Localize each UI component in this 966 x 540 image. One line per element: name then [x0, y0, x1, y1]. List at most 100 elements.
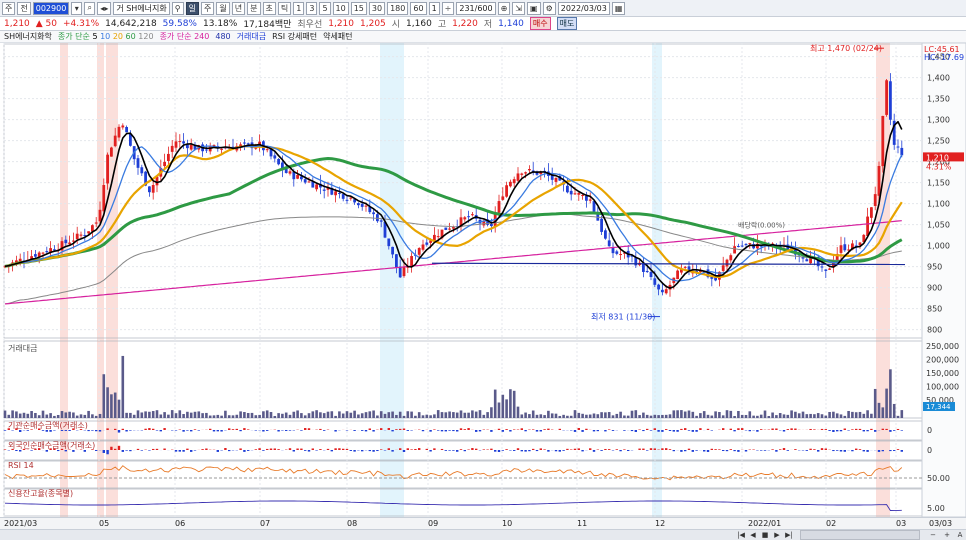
prev-icon[interactable]: ◀	[748, 530, 758, 540]
stock-chart[interactable]: 1,4501,4001,3501,3001,2501,2001,1501,100…	[0, 43, 966, 518]
flow-bar	[532, 448, 535, 450]
legend-rsi-pattern[interactable]: RSI 강세패턴	[272, 31, 317, 42]
flow-bar	[114, 448, 117, 450]
zoom-icon[interactable]: ⊕	[497, 1, 511, 15]
flow-bar	[786, 429, 789, 430]
count-input[interactable]: 1	[428, 1, 440, 15]
interval-button[interactable]: 60	[410, 1, 427, 15]
period-button-week[interactable]: 주	[201, 1, 215, 15]
volume-bar	[649, 415, 653, 418]
buy-button[interactable]: 매수	[529, 17, 551, 30]
flow-bar	[159, 430, 162, 432]
reset-icon[interactable]: A	[955, 530, 965, 540]
flow-bar	[334, 430, 337, 432]
volume-bar	[18, 413, 22, 418]
volume-bar	[201, 413, 204, 418]
flow-bar	[820, 428, 824, 430]
flow-bar	[737, 450, 740, 452]
interval-button[interactable]: 1	[293, 1, 305, 15]
scrollbar[interactable]	[800, 530, 920, 540]
legend-volume[interactable]: 거래대금	[237, 31, 266, 42]
candle-body	[839, 245, 843, 253]
volume-bar	[30, 411, 33, 418]
zoom-in-icon[interactable]: +	[942, 530, 952, 540]
interval-button[interactable]: 180	[387, 1, 409, 15]
rsi-tick: 50.00	[927, 474, 950, 483]
flow-bar	[243, 450, 246, 452]
link-icon[interactable]: ⚲	[171, 1, 184, 15]
flow-bar	[828, 430, 831, 431]
candle-body	[843, 244, 847, 251]
flow-bar	[668, 449, 672, 450]
legend-ma480: 480	[215, 32, 231, 41]
zoom-out-icon[interactable]: −	[928, 530, 938, 540]
flow-bar	[216, 430, 219, 432]
flow-bar	[687, 430, 691, 431]
candle-body	[79, 234, 83, 236]
volume-bar	[353, 410, 356, 418]
interval-button[interactable]: 5	[319, 1, 331, 15]
candle-body	[167, 153, 170, 162]
search-icon[interactable]: ⌕	[84, 1, 96, 15]
volume-bar	[482, 414, 486, 418]
legend-stock-name[interactable]: SH에너지화학	[4, 31, 52, 42]
flow-bar	[638, 448, 641, 450]
period-button-day[interactable]: 일	[185, 1, 199, 15]
volume-bar	[3, 410, 7, 418]
candle-body	[877, 165, 881, 196]
period-button-minute[interactable]: 분	[247, 1, 261, 15]
candle-body	[398, 266, 402, 278]
candle-body	[581, 195, 584, 197]
legend-ma-label[interactable]: 종가 단순	[58, 32, 90, 41]
last-icon[interactable]: ▶|	[784, 530, 794, 540]
flow-bar	[372, 450, 375, 452]
legend-weak-pattern[interactable]: 약세패턴	[323, 31, 352, 42]
candle-body	[501, 196, 505, 200]
period-button-year[interactable]: 년	[231, 1, 246, 15]
first-icon[interactable]: |◀	[736, 530, 746, 540]
flow-bar	[26, 430, 29, 431]
stepper-icon[interactable]: ÷	[441, 1, 455, 15]
candle-body	[885, 80, 888, 115]
volume-bar	[790, 410, 793, 418]
candle-body	[866, 216, 869, 236]
next-icon[interactable]: ▶	[772, 530, 782, 540]
volume-bar	[167, 414, 170, 418]
flow-bar	[212, 430, 216, 432]
volume-bar	[737, 410, 740, 418]
calendar-icon[interactable]: ▦	[611, 1, 626, 15]
period-button-second[interactable]: 초	[262, 1, 276, 15]
prev-next-icon[interactable]: ◂▸	[97, 1, 112, 15]
interval-button[interactable]: 10	[332, 1, 349, 15]
interval-button[interactable]: 3	[306, 1, 318, 15]
stock-code-input[interactable]: 002900	[32, 1, 70, 15]
candle-body	[588, 199, 592, 201]
volume-bar	[645, 414, 649, 418]
sell-button[interactable]: 매도	[556, 17, 578, 30]
settings-icon[interactable]: ⚙	[542, 1, 556, 15]
price-tick: 1,050	[927, 221, 950, 230]
flow-bar	[653, 428, 656, 430]
period-button-month[interactable]: 월	[216, 1, 230, 15]
volume-bar	[550, 413, 554, 418]
pause-icon[interactable]: ■	[760, 530, 770, 540]
period-button-tick[interactable]: 틱	[277, 1, 292, 15]
candle-body	[110, 147, 113, 157]
fit-icon[interactable]: ⇲	[512, 1, 525, 15]
market-button-stock[interactable]: 주	[2, 1, 16, 15]
save-icon[interactable]: ▣	[527, 1, 541, 15]
market-button-all[interactable]: 전	[17, 1, 31, 15]
flow-bar	[387, 448, 390, 450]
dropdown-arrow-icon[interactable]: ▾	[71, 1, 83, 15]
interval-button[interactable]: 30	[368, 1, 386, 15]
volume-bar	[262, 411, 265, 418]
x-axis-label: 03/03	[929, 519, 953, 528]
date-input[interactable]: 2022/03/03	[557, 1, 610, 15]
volume-bar	[311, 411, 315, 418]
interval-button[interactable]: 15	[350, 1, 367, 15]
legend-ma240[interactable]: 종가 단순 240	[160, 31, 210, 42]
candle-body	[467, 216, 470, 218]
volume-bar	[258, 414, 261, 418]
volume-bar	[41, 410, 45, 418]
candle-body	[463, 217, 467, 220]
